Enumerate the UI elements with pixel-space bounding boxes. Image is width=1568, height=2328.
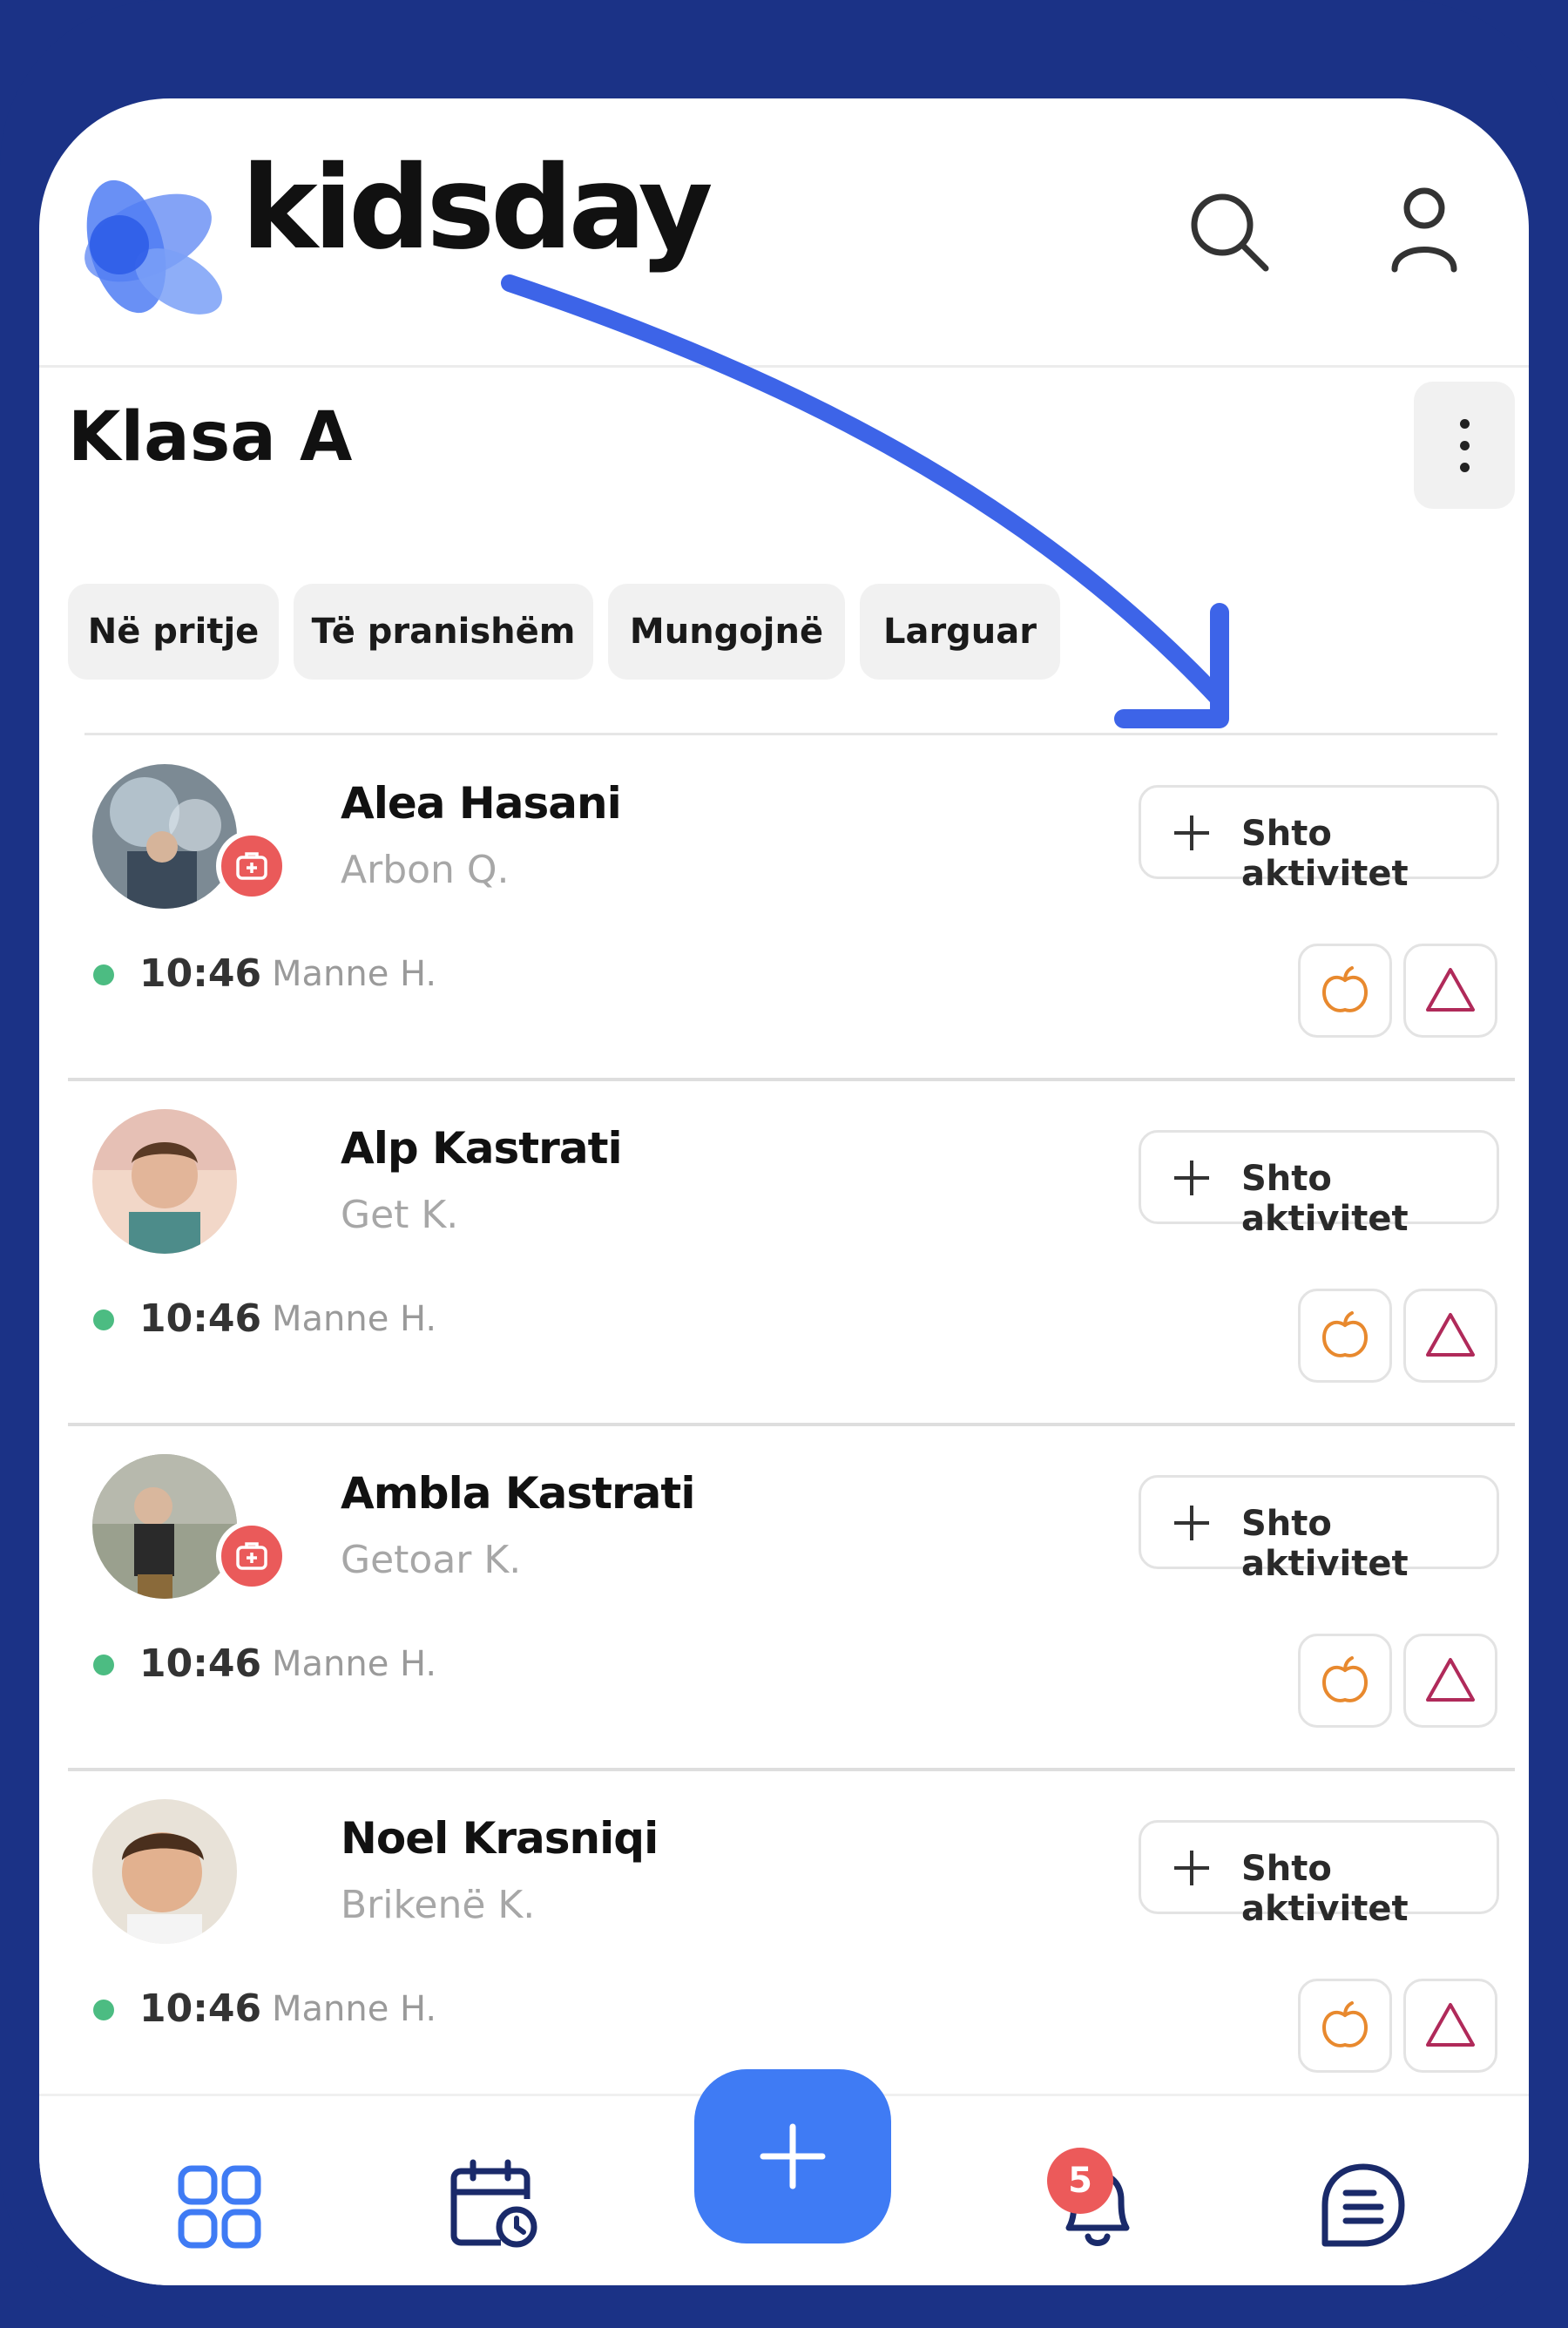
plus-icon [1174,1161,1209,1195]
child-name: Noel Krasniqi [341,1813,659,1864]
check-in-time: 10:46 [139,1296,262,1341]
brand-wordmark: kidsday [241,141,713,275]
kidsday-logo-icon [65,151,266,325]
app-screen: kidsday Klasa A Në pritje Të pranishëm M… [39,98,1529,2285]
child-row[interactable]: Alp Kastrati Get K. Shto aktivitet 10:46… [39,1081,1529,1426]
add-fab-button[interactable] [694,2069,891,2243]
page-title: Klasa A [68,398,353,477]
checked-in-by: Manne H. [272,954,437,994]
more-options-button[interactable] [1414,382,1515,509]
food-button[interactable] [1298,944,1392,1038]
apple-icon [1321,2001,1369,2047]
plus-icon [1174,1506,1209,1540]
add-activity-button[interactable]: Shto aktivitet [1139,1820,1499,1929]
check-in-time: 10:46 [139,1986,262,2031]
warning-triangle-icon [1426,2003,1475,2047]
filter-chip-absent[interactable]: Mungojnë [608,584,845,680]
child-row[interactable]: Noel Krasniqi Brikenë K. Shto aktivitet … [39,1771,1529,2116]
medical-kit-icon [216,830,287,902]
plus-icon [1174,1851,1209,1885]
checked-in-by: Manne H. [272,1299,437,1339]
warning-triangle-icon [1426,1658,1475,1702]
add-activity-label: Shto aktivitet [1241,1849,1409,1929]
dashboard-grid-icon[interactable] [176,2163,263,2250]
parent-name: Getoar K. [341,1538,522,1582]
list-divider [84,733,1497,735]
add-activity-label: Shto aktivitet [1241,814,1409,894]
warning-triangle-icon [1426,968,1475,1012]
check-in-time: 10:46 [139,951,262,996]
present-status-dot [93,2000,114,2020]
checked-in-by: Manne H. [272,1644,437,1684]
avatar [92,764,237,909]
child-name: Alea Hasani [341,778,622,829]
child-name: Alp Kastrati [341,1123,623,1174]
child-row[interactable]: Ambla Kastrati Getoar K. Shto aktivitet … [39,1426,1529,1771]
filter-chip-left[interactable]: Larguar [860,584,1060,680]
present-status-dot [93,1310,114,1330]
food-button[interactable] [1298,1634,1392,1728]
food-button[interactable] [1298,1289,1392,1383]
add-activity-button[interactable]: Shto aktivitet [1139,785,1499,894]
add-activity-button[interactable]: Shto aktivitet [1139,1475,1499,1584]
parent-name: Brikenë K. [341,1883,536,1927]
filter-chip-present[interactable]: Të pranishëm [294,584,593,680]
food-button[interactable] [1298,1979,1392,2073]
search-icon[interactable] [1187,190,1271,274]
filter-chip-waiting[interactable]: Në pritje [68,584,279,680]
calendar-clock-icon[interactable] [449,2159,539,2250]
alert-button[interactable] [1403,944,1497,1038]
apple-icon [1321,1311,1369,1357]
avatar [92,1454,237,1599]
add-activity-label: Shto aktivitet [1241,1159,1409,1239]
add-icon [760,2123,826,2189]
parent-name: Get K. [341,1193,459,1237]
medical-kit-icon [216,1520,287,1592]
parent-name: Arbon Q. [341,848,510,892]
alert-button[interactable] [1403,1979,1497,2073]
more-vertical-icon [1459,418,1470,429]
notification-count-badge: 5 [1047,2148,1113,2214]
header-divider [39,365,1529,368]
alert-button[interactable] [1403,1634,1497,1728]
avatar [92,1799,237,1944]
add-activity-label: Shto aktivitet [1241,1504,1409,1584]
child-row[interactable]: Alea Hasani Arbon Q. Shto aktivitet 10:4… [39,736,1529,1081]
apple-icon [1321,966,1369,1012]
check-in-time: 10:46 [139,1641,262,1686]
present-status-dot [93,1655,114,1675]
child-name: Ambla Kastrati [341,1468,695,1519]
checked-in-by: Manne H. [272,1989,437,2029]
profile-icon[interactable] [1389,186,1459,273]
messages-icon[interactable] [1318,2160,1409,2250]
present-status-dot [93,964,114,985]
alert-button[interactable] [1403,1289,1497,1383]
plus-icon [1174,815,1209,850]
add-activity-button[interactable]: Shto aktivitet [1139,1130,1499,1239]
warning-triangle-icon [1426,1313,1475,1357]
apple-icon [1321,1656,1369,1702]
avatar [92,1109,237,1254]
